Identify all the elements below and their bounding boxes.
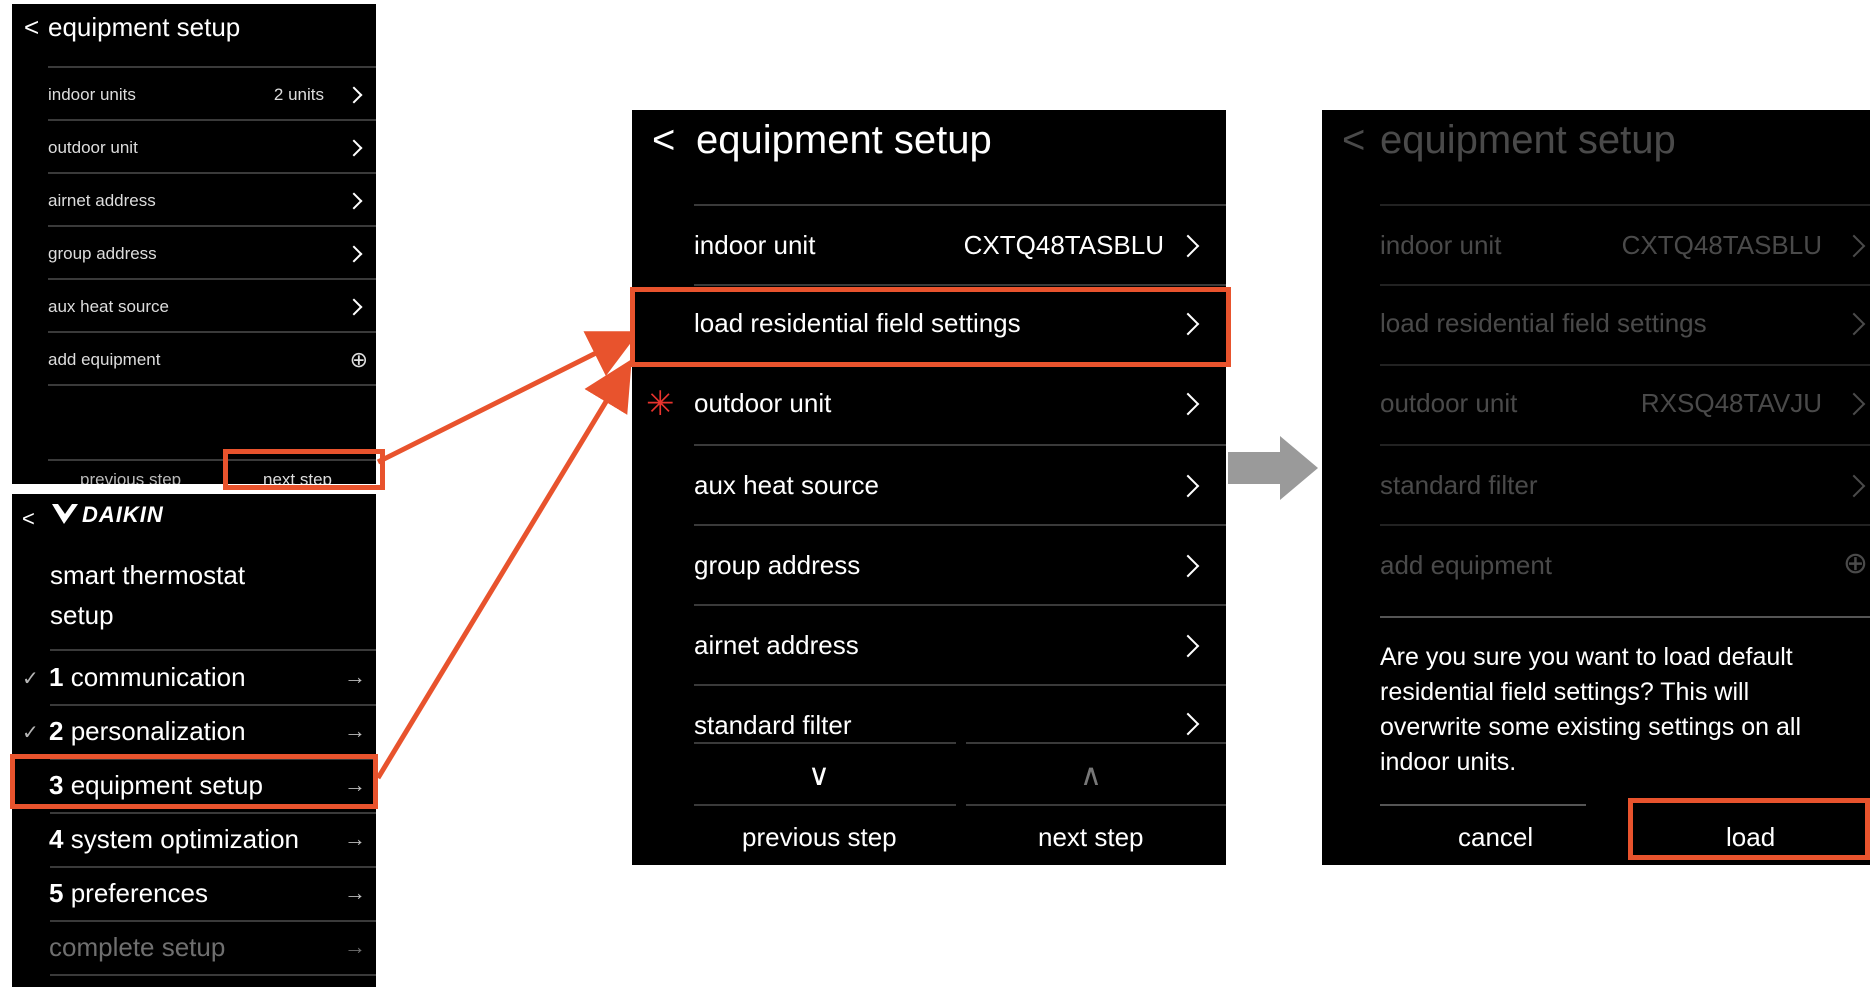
- back-chevron-icon: <: [1342, 118, 1366, 162]
- cancel-button[interactable]: cancel: [1458, 822, 1533, 853]
- chevron-right-icon: [1842, 392, 1866, 416]
- back-chevron-icon[interactable]: <: [652, 118, 675, 163]
- divider: [1380, 804, 1586, 806]
- menu-item-label: add equipment: [1380, 550, 1553, 580]
- page-title: equipment setup: [1380, 118, 1676, 162]
- chevron-right-icon: [1176, 234, 1200, 258]
- menu-item-indoor-unit: indoor unit CXTQ48TASBLU: [1322, 206, 1870, 284]
- menu-item-airnet-address[interactable]: airnet address: [632, 606, 1226, 684]
- divider: [966, 742, 1226, 744]
- highlight-load-residential: [630, 287, 1231, 367]
- required-star-icon: ✳: [646, 385, 675, 423]
- highlight-load-button: [1628, 798, 1870, 860]
- page-title: equipment setup: [696, 118, 992, 162]
- chevron-right-icon: [1176, 392, 1200, 416]
- menu-item-add-equipment: add equipment ⊕: [1322, 526, 1870, 604]
- menu-item-label: outdoor unit: [694, 388, 832, 418]
- menu-item-label: standard filter: [1380, 470, 1538, 500]
- menu-item-label: standard filter: [694, 710, 852, 740]
- flow-arrow-equipment-setup: [375, 359, 632, 780]
- menu-item-label: outdoor unit: [1380, 388, 1518, 418]
- menu-item-value: CXTQ48TASBLU: [1621, 230, 1822, 260]
- menu-item-label: aux heat source: [694, 470, 880, 500]
- menu-item-outdoor-unit: outdoor unit RXSQ48TAVJU: [1322, 366, 1870, 444]
- menu-item-value: CXTQ48TASBLU: [963, 230, 1164, 260]
- previous-step-button[interactable]: previous step: [742, 822, 897, 853]
- menu-item-value: RXSQ48TAVJU: [1640, 388, 1822, 418]
- menu-item-outdoor-unit[interactable]: ✳ outdoor unit: [632, 366, 1226, 444]
- chevron-right-icon: [1176, 712, 1200, 736]
- chevron-right-icon: [1176, 554, 1200, 578]
- load-settings-confirm-screen: < equipment setup indoor unit CXTQ48TASB…: [1322, 110, 1870, 865]
- menu-item-label: group address: [694, 550, 861, 580]
- menu-item-load-residential-field-settings: load residential field settings: [1322, 286, 1870, 364]
- chevron-right-icon: [1176, 634, 1200, 658]
- divider: [694, 742, 956, 744]
- menu-item-standard-filter: standard filter: [1322, 446, 1870, 524]
- menu-item-standard-filter[interactable]: standard filter: [632, 686, 1226, 746]
- confirm-dialog-message: Are you sure you want to load default re…: [1380, 643, 1802, 776]
- divider: [966, 804, 1226, 806]
- menu-item-aux-heat-source[interactable]: aux heat source: [632, 446, 1226, 524]
- scroll-up-icon[interactable]: ∧: [1080, 758, 1102, 793]
- add-circle-icon: ⊕: [1842, 547, 1868, 580]
- divider: [1380, 616, 1870, 618]
- menu-item-label: load residential field settings: [1380, 308, 1707, 338]
- divider: [694, 804, 956, 806]
- menu-item-label: indoor unit: [1380, 230, 1502, 260]
- flow-arrow-next-step: [376, 331, 640, 465]
- menu-item-label: indoor unit: [694, 230, 816, 260]
- next-step-button[interactable]: next step: [1038, 822, 1144, 853]
- flow-arrow-gray: [1228, 436, 1318, 500]
- scroll-down-icon[interactable]: ∨: [808, 758, 830, 793]
- chevron-right-icon: [1176, 474, 1200, 498]
- chevron-right-icon: [1842, 234, 1866, 258]
- menu-item-label: airnet address: [694, 630, 859, 660]
- chevron-right-icon: [1842, 474, 1866, 498]
- menu-item-group-address[interactable]: group address: [632, 526, 1226, 604]
- equipment-setup-detail-screen: < equipment setup indoor unit CXTQ48TASB…: [632, 110, 1226, 865]
- chevron-right-icon: [1842, 312, 1866, 336]
- menu-item-indoor-unit[interactable]: indoor unit CXTQ48TASBLU: [632, 206, 1226, 284]
